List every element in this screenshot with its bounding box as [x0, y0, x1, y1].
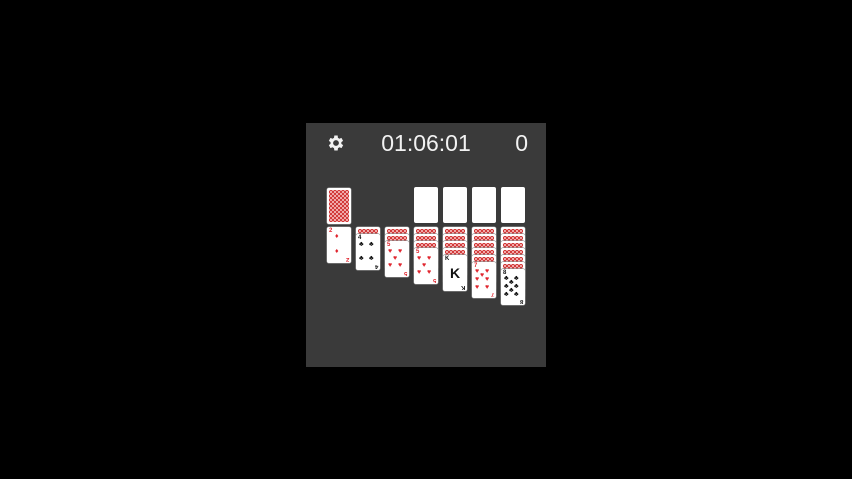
suit-pip: ♦	[335, 233, 339, 240]
tableau-card[interactable]: 2 2 ♦ ♦	[327, 227, 351, 263]
tableau-card[interactable]: 7 7 ♥ ♥ ♥ ♥ ♥ ♥ ♥	[472, 262, 496, 298]
suit-pip: ♥	[393, 255, 398, 262]
suit-pip: ♣	[509, 279, 514, 286]
tableau-card[interactable]: 5 5 ♥ ♥ ♥ ♥ ♥	[414, 248, 438, 284]
suit-pip: ♥	[422, 262, 427, 269]
suit-pip: ♥	[480, 272, 485, 279]
suit-pip: ♥	[388, 248, 393, 255]
suit-pip: ♣	[369, 241, 374, 248]
suit-pip: ♥	[388, 262, 393, 269]
suit-pip: ♥	[485, 276, 490, 283]
foundation-slot[interactable]	[501, 187, 525, 223]
suit-pip: ♥	[398, 262, 403, 269]
card-rank: 2	[345, 256, 349, 262]
card-rank: 8	[519, 298, 523, 304]
tableau-card[interactable]: 8 8 ♣ ♣ ♣ ♣ ♣ ♣ ♣ ♣	[501, 269, 525, 305]
tableau-card[interactable]: 4 4 ♣ ♣ ♣ ♣	[356, 234, 380, 270]
card-rank: 5	[403, 270, 407, 276]
suit-pip: ♣	[504, 275, 509, 282]
suit-pip: ♥	[398, 248, 403, 255]
score-display: 0	[515, 130, 528, 156]
suit-pip: ♣	[514, 275, 519, 282]
suit-pip: ♣	[369, 255, 374, 262]
foundation-slot[interactable]	[414, 187, 438, 223]
suit-pip: ♥	[417, 269, 422, 276]
card-rank: 7	[490, 291, 494, 297]
suit-pip: ♥	[485, 268, 490, 275]
card-rank: 2	[329, 228, 333, 234]
suit-pip: ♣	[359, 255, 364, 262]
game-board: 01:06:01 0 2 2 ♦ ♦ 4 4 ♣ ♣ ♣ ♣ 5 5 ♥ ♥ ♥ ♥ ♥ 5 5 ♥ ♥ ♥ ♥ ♥ K K K 7 7…	[306, 123, 546, 367]
card-rank: 4	[374, 263, 378, 269]
suit-pip: ♥	[427, 269, 432, 276]
stock-pile[interactable]	[327, 188, 351, 224]
suit-pip: ♣	[359, 241, 364, 248]
card-rank: 5	[432, 277, 436, 283]
tableau-card[interactable]: 5 5 ♥ ♥ ♥ ♥ ♥	[385, 241, 409, 277]
foundation-slot[interactable]	[443, 187, 467, 223]
suit-pip: ♣	[514, 283, 519, 290]
suit-pip: ♥	[475, 276, 480, 283]
suit-pip: ♥	[417, 255, 422, 262]
tableau-card[interactable]: KKK	[443, 255, 467, 291]
card-rank: K	[460, 284, 465, 290]
suit-pip: ♦	[335, 248, 339, 255]
timer-display: 01:06:01	[381, 130, 471, 156]
suit-pip: ♣	[514, 291, 519, 298]
suit-pip: ♣	[504, 283, 509, 290]
suit-pip: ♥	[475, 284, 480, 291]
suit-pip: ♥	[475, 268, 480, 275]
card-face: K	[449, 265, 461, 281]
card-rank: K	[445, 256, 450, 262]
suit-pip: ♥	[427, 255, 432, 262]
suit-pip: ♣	[509, 287, 514, 294]
suit-pip: ♥	[485, 284, 490, 291]
foundation-slot[interactable]	[472, 187, 496, 223]
suit-pip: ♣	[504, 291, 509, 298]
